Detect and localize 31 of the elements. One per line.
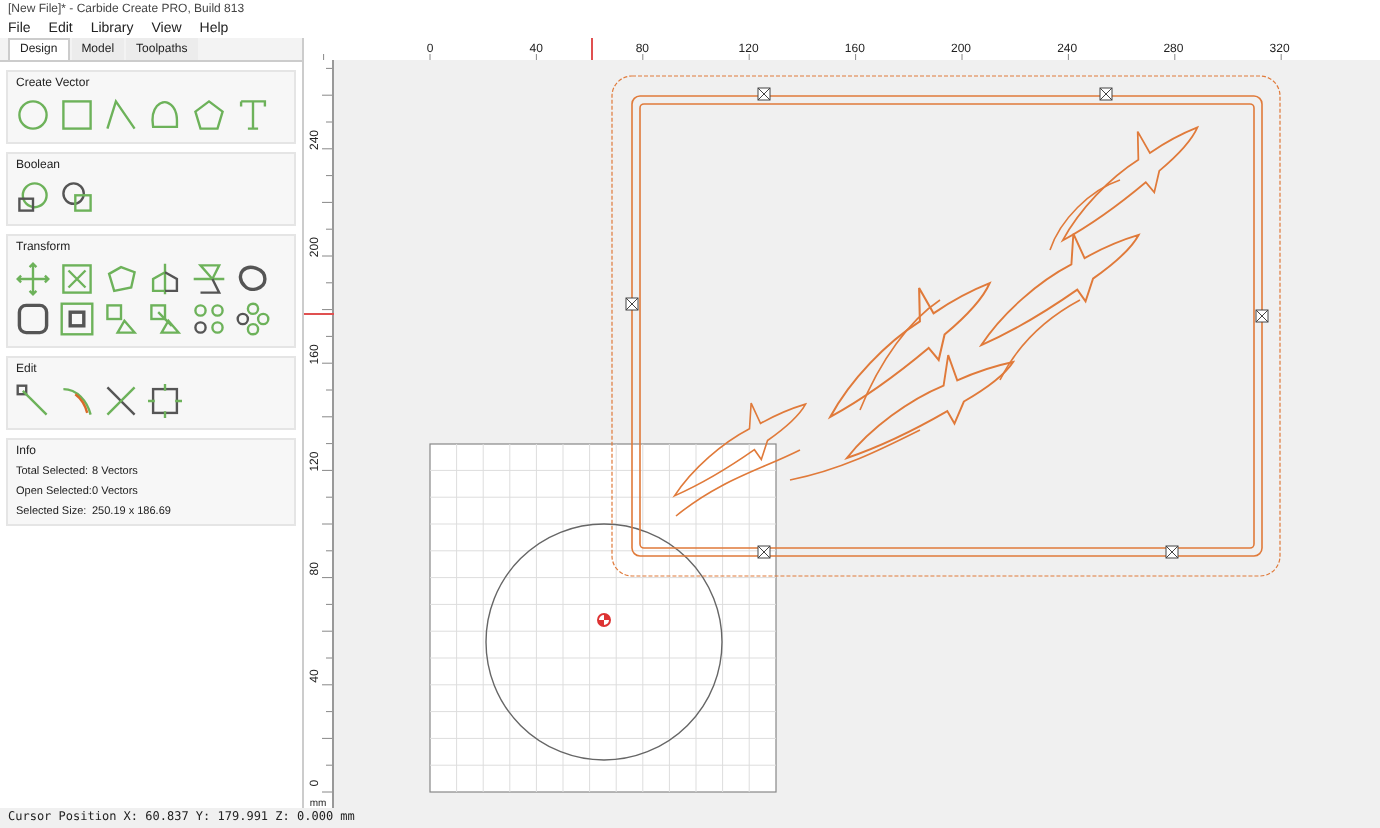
tab-marker-icon [625, 297, 639, 311]
design-canvas[interactable] [334, 60, 1380, 808]
circular-array-icon[interactable] [236, 302, 270, 336]
tab-marker-icon [757, 87, 771, 101]
smooth-curve-icon[interactable] [60, 384, 94, 418]
align-icon[interactable] [60, 302, 94, 336]
origin-marker-icon [597, 613, 611, 627]
distribute-icon[interactable] [104, 302, 138, 336]
trim-icon[interactable] [104, 384, 138, 418]
subtract-icon[interactable] [60, 180, 94, 214]
curve-icon[interactable] [148, 98, 182, 132]
tab-marker-icon [1255, 309, 1269, 323]
rotate-icon[interactable] [104, 262, 138, 296]
tab-marker-icon [1099, 87, 1113, 101]
circle-icon[interactable] [16, 98, 50, 132]
union-icon[interactable] [16, 180, 50, 214]
fillet-icon[interactable] [16, 302, 50, 336]
cursor-marker [304, 313, 334, 315]
text-icon[interactable] [236, 98, 270, 132]
polyline-icon[interactable] [104, 98, 138, 132]
grid-array-icon[interactable] [192, 302, 226, 336]
bounding-box-icon[interactable] [148, 384, 182, 418]
node-edit-icon[interactable] [16, 384, 50, 418]
mirror-icon[interactable] [148, 262, 182, 296]
rectangle-icon[interactable] [60, 98, 94, 132]
tab-marker-icon [757, 545, 771, 559]
polygon-icon[interactable] [192, 98, 226, 132]
tab-marker-icon [1165, 545, 1179, 559]
cursor-marker [591, 38, 593, 60]
flip-icon[interactable] [192, 262, 226, 296]
offset-icon[interactable] [236, 262, 270, 296]
